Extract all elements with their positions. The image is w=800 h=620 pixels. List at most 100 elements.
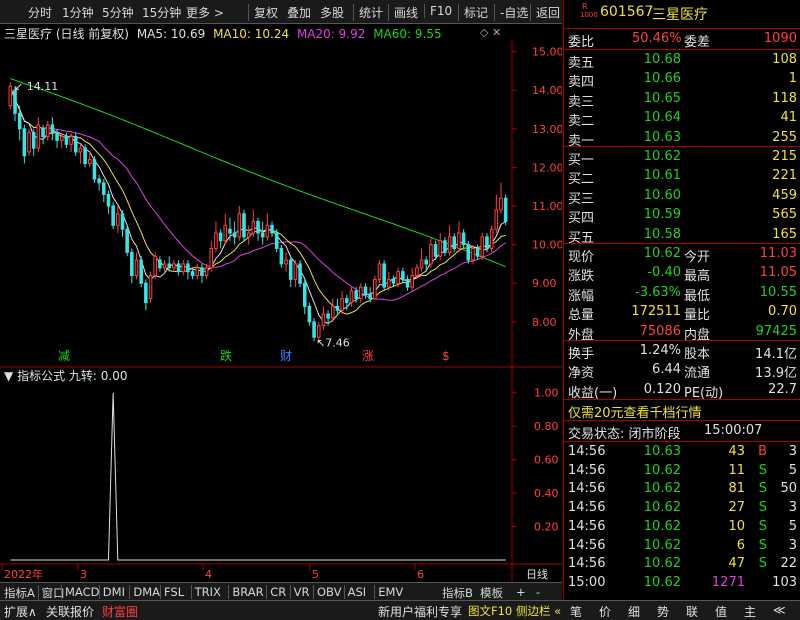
stat-row-cell: -0.40	[647, 265, 681, 281]
stat-row-cell: 0.70	[768, 304, 797, 320]
status-sidebar[interactable]: 侧边栏 «	[516, 603, 561, 619]
y-tick-label: 8.00	[532, 316, 557, 329]
indicator-tab-7[interactable]: BRAR	[228, 585, 264, 599]
indicator-tab-9[interactable]: VR	[289, 585, 309, 599]
tool-more[interactable]: 更多 >	[186, 4, 224, 21]
ask-row-cell: 卖四	[568, 75, 595, 91]
indicator-tab-8[interactable]: CR	[266, 585, 286, 599]
stat2-row-cell: 6.44	[652, 362, 681, 378]
tool-back[interactable]: 返回	[530, 4, 560, 21]
indicator-tab-3[interactable]: DMI	[98, 585, 125, 599]
stock-name: 三星医疗	[652, 7, 708, 23]
tool-biaoji[interactable]: 标记	[458, 4, 488, 21]
quote-tab-6[interactable]: 主	[744, 603, 756, 620]
candle-body	[158, 259, 162, 269]
signal-label: 财	[280, 349, 292, 363]
quote-tab-7[interactable]: ≪	[773, 603, 786, 617]
quote-tab-1[interactable]: 价	[599, 603, 611, 620]
candle-body	[321, 313, 326, 327]
tool-zixuan[interactable]: -自选	[494, 4, 528, 21]
indicator-tab-right-3[interactable]: -	[536, 585, 540, 599]
indicator-tab-right-1[interactable]: 模板	[480, 585, 503, 601]
quote-tab-2[interactable]: 细	[628, 603, 640, 620]
indicator-tab-bar: 指标A 窗口 MACD DMI DMA FSL TRIX BRAR CR VR OBV ASI EMV 指…	[0, 582, 562, 601]
candle-body	[438, 240, 443, 257]
tick-row: 14:56 10.62 81 S 50	[564, 480, 800, 499]
indicator-tab-2[interactable]: MACD	[61, 585, 99, 599]
ma10-line	[9, 86, 506, 315]
tool-fuquan[interactable]: 复权	[248, 4, 278, 21]
candle-body	[330, 305, 335, 319]
signal-label: 跌	[220, 348, 232, 363]
candle-body	[499, 197, 503, 211]
tool-duogu[interactable]: 多股	[320, 4, 344, 21]
tool-fenshi[interactable]: 分时	[28, 4, 52, 21]
indicator-tab-right-2[interactable]: +	[516, 585, 526, 599]
status-f10[interactable]: 图文F10	[468, 603, 512, 619]
quote-tab-5[interactable]: 值	[715, 603, 727, 620]
bid-row-cell: 565	[772, 207, 797, 223]
candle-body	[83, 147, 87, 165]
quote-tab-0[interactable]: 笔	[570, 603, 582, 620]
candle-body	[172, 263, 176, 269]
tick-row-cell: 10.63	[643, 444, 681, 459]
tick-row-cell: 10.62	[643, 537, 681, 553]
quote-tab-4[interactable]: 联	[686, 603, 698, 620]
stat2-row-cell: 1.24%	[639, 343, 681, 358]
ma5-line	[9, 86, 506, 324]
stat-row: 外盘 75086 内盘 97425	[564, 323, 800, 343]
indicator-tab-right-0[interactable]: 指标B	[442, 585, 473, 601]
tool-5min[interactable]: 5分钟	[102, 4, 134, 21]
promo-text[interactable]: 仅需20元查看千档行情	[568, 402, 702, 421]
indicator-tab-10[interactable]: OBV	[313, 585, 341, 599]
toolbar: 分时 1分钟 5分钟 15分钟 更多 > 复权 叠加 多股 统计 画线 F10 …	[0, 0, 562, 24]
tool-diejia[interactable]: 叠加	[287, 4, 311, 21]
candle-body	[130, 251, 134, 277]
candle-body	[279, 247, 284, 265]
tool-tongji[interactable]: 统计	[353, 4, 383, 21]
candlestick-chart: 15.00 14.00 13.00 12.00 11.00 10.00 9.00 8.00 ↙ …	[0, 40, 562, 370]
x-tick-label: 4	[205, 568, 212, 581]
stat2-row-cell: 流通	[684, 366, 711, 382]
tick-row: 14:56 10.62 11 S 5	[564, 462, 800, 481]
tool-f10[interactable]: F10	[424, 4, 452, 18]
bid-row-cell: 10.59	[643, 207, 681, 223]
candle-body	[242, 213, 246, 238]
chart-header-controls[interactable]: ◇ ✕	[480, 26, 501, 39]
tick-row-cell: 5	[788, 518, 797, 534]
candle-body	[480, 236, 485, 257]
indicator-tab-12[interactable]: EMV	[374, 585, 403, 599]
tick-row-cell: S	[758, 500, 767, 516]
candle-body	[106, 193, 111, 207]
indicator-tab-11[interactable]: ASI	[343, 585, 366, 599]
stat2-row-cell: 22.7	[768, 381, 797, 397]
indicator-tab-5[interactable]: FSL	[160, 585, 184, 599]
candle-body	[387, 278, 391, 288]
tick-row-cell: 22	[780, 556, 797, 572]
indicator-tab-6[interactable]: TRIX	[190, 585, 221, 599]
tool-huaxian[interactable]: 画线	[388, 4, 418, 21]
candle-body	[78, 147, 83, 153]
bid-row-cell: 买一	[568, 153, 595, 168]
indicator-tab-4[interactable]: DMA	[129, 585, 160, 599]
candle-body	[471, 247, 475, 261]
candle-body	[87, 159, 92, 165]
status-caifuquan[interactable]: 财富圈	[102, 603, 138, 620]
quote-tab-3[interactable]: 势	[657, 603, 669, 620]
status-expand[interactable]: 扩展∧	[4, 603, 37, 620]
promo-row[interactable]: 仅需20元查看千档行情	[564, 401, 800, 421]
candle-body	[134, 259, 139, 277]
ask-row-cell: 118	[772, 90, 797, 106]
candle-body	[223, 224, 228, 242]
tick-row-cell: 6	[736, 537, 745, 553]
indicator-tab-0[interactable]: 指标A	[4, 585, 35, 601]
candle-body	[200, 267, 204, 277]
indicator-y-label: 0.80	[534, 420, 559, 433]
stat2-row-cell: 净资	[568, 366, 595, 382]
status-newuser[interactable]: 新用户福利专享	[378, 603, 462, 620]
status-related[interactable]: 关联报价	[46, 603, 94, 620]
indicator-y-label: 0.60	[534, 454, 559, 467]
tool-1min[interactable]: 1分钟	[62, 4, 94, 21]
tool-15min[interactable]: 15分钟	[142, 4, 181, 21]
stat-row: 涨幅 -3.63% 最低 10.55	[564, 284, 800, 304]
